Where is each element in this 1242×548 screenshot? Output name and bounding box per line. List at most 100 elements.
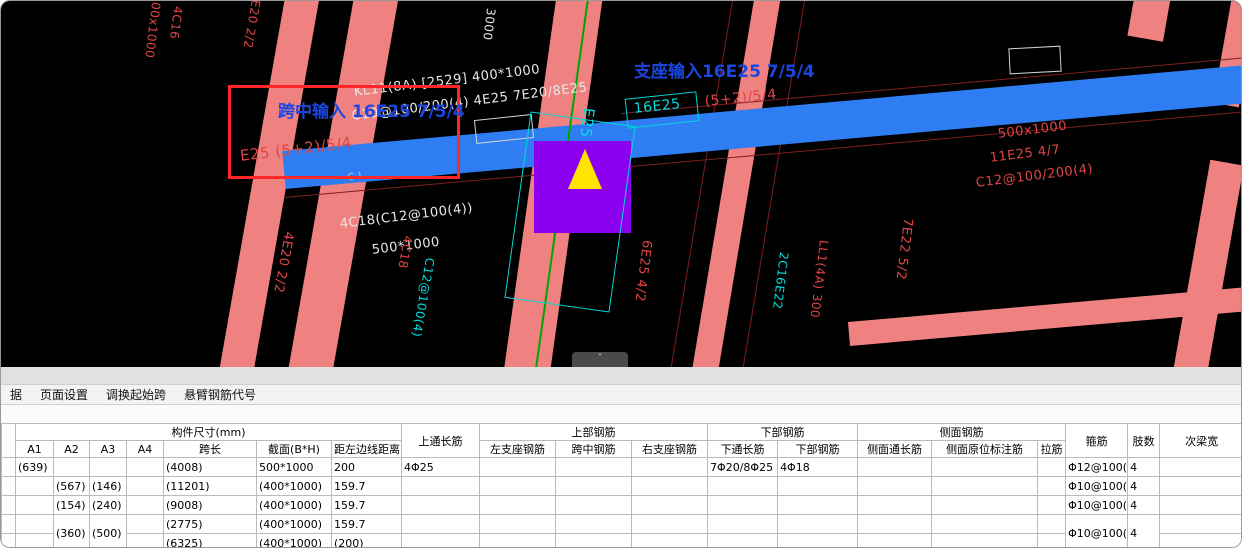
table-cell[interactable] [1159, 457, 1241, 477]
table-cell[interactable] [401, 476, 481, 496]
table-cell[interactable] [1159, 476, 1241, 496]
table-cell[interactable] [89, 457, 127, 477]
beam-shape[interactable] [1127, 1, 1171, 42]
table-cell[interactable]: (500) [89, 514, 127, 547]
table-cell[interactable] [555, 495, 633, 515]
table-cell[interactable] [631, 476, 709, 496]
table-cell[interactable]: 4 [1127, 457, 1161, 477]
table-cell[interactable] [707, 495, 779, 515]
table-cell[interactable] [777, 495, 859, 515]
table-cell[interactable] [1, 495, 16, 515]
table-cell[interactable] [15, 514, 54, 534]
table-cell[interactable]: 4 [1127, 514, 1161, 547]
table-cell[interactable] [1, 476, 16, 496]
table-cell[interactable] [555, 457, 633, 477]
table-cell[interactable] [479, 514, 557, 534]
table-cell[interactable] [1159, 514, 1241, 534]
table-cell[interactable] [1037, 476, 1067, 496]
table-cell[interactable]: 4 [1127, 476, 1161, 496]
table-cell[interactable]: (6325) [163, 533, 257, 547]
table-cell[interactable] [479, 457, 557, 477]
table-cell[interactable]: (360) [53, 514, 90, 547]
table-cell[interactable]: (4008) [163, 457, 257, 477]
table-cell[interactable]: (639) [15, 457, 54, 477]
table-cell[interactable] [15, 533, 54, 547]
table-cell[interactable]: 4Φ18 [777, 457, 859, 477]
table-cell[interactable] [631, 495, 709, 515]
table-cell[interactable]: Φ10@100( [1065, 495, 1129, 515]
table-cell[interactable] [777, 514, 859, 534]
table-cell[interactable] [931, 476, 1039, 496]
table-cell[interactable] [401, 495, 481, 515]
table-cell[interactable] [931, 457, 1039, 477]
table-cell[interactable]: 200 [330, 457, 403, 477]
table-cell[interactable] [1037, 457, 1067, 477]
table-cell[interactable] [126, 476, 164, 496]
table-cell[interactable]: (400*1000) [256, 514, 332, 534]
menu-item-page-setup[interactable]: 页面设置 [31, 386, 97, 403]
table-cell[interactable] [631, 533, 709, 547]
table-cell[interactable] [1, 514, 16, 534]
table-cell[interactable] [707, 533, 779, 547]
menu-item-swap-start-span[interactable]: 调换起始跨 [97, 386, 175, 403]
beam-shape[interactable] [688, 1, 784, 367]
table-cell[interactable]: 4Φ25 [401, 457, 481, 477]
table-cell[interactable] [126, 514, 164, 534]
table-cell[interactable] [707, 514, 779, 534]
table-cell[interactable] [777, 476, 859, 496]
table-cell[interactable] [53, 457, 90, 477]
table-cell[interactable] [479, 495, 557, 515]
table-cell[interactable] [555, 533, 633, 547]
table-cell[interactable] [857, 533, 933, 547]
table-cell[interactable]: (400*1000) [256, 495, 332, 515]
table-cell[interactable]: Φ12@100( [1065, 457, 1129, 477]
table-cell[interactable] [631, 457, 709, 477]
menu-item-data[interactable]: 据 [1, 386, 31, 403]
table-cell[interactable]: (9008) [163, 495, 257, 515]
table-cell[interactable] [931, 514, 1039, 534]
table-cell[interactable]: 159.7 [330, 514, 403, 534]
table-cell[interactable]: 159.7 [330, 495, 403, 515]
table-cell[interactable] [555, 514, 633, 534]
table-cell[interactable] [1, 533, 16, 547]
table-cell[interactable] [401, 533, 481, 547]
table-cell[interactable] [931, 495, 1039, 515]
table-cell[interactable] [479, 476, 557, 496]
table-cell[interactable] [401, 514, 481, 534]
table-cell[interactable]: (567) [53, 476, 90, 496]
table-cell[interactable] [1037, 495, 1067, 515]
table-cell[interactable] [1037, 514, 1067, 534]
table-cell[interactable]: Φ10@100( [1065, 476, 1129, 496]
table-cell[interactable]: (400*1000) [256, 533, 332, 547]
table-cell[interactable] [777, 533, 859, 547]
table-cell[interactable] [1, 457, 16, 477]
table-cell[interactable] [15, 495, 54, 515]
menu-item-cantilever-code[interactable]: 悬臂钢筋代号 [175, 386, 265, 403]
table-cell[interactable] [1159, 495, 1241, 515]
table-cell[interactable]: (2775) [163, 514, 257, 534]
cad-viewport[interactable]: 00x1000 4C16 E20 2/2 3000 KL11(8A) [2529… [1, 1, 1241, 367]
table-cell[interactable]: (154) [53, 495, 90, 515]
table-cell[interactable] [126, 533, 164, 547]
table-cell[interactable] [126, 457, 164, 477]
table-cell[interactable] [1159, 533, 1241, 547]
table-cell[interactable]: 4 [1127, 495, 1161, 515]
table-cell[interactable] [1037, 533, 1067, 547]
table-cell[interactable] [15, 476, 54, 496]
table-cell[interactable]: (400*1000) [256, 476, 332, 496]
table-cell[interactable] [857, 495, 933, 515]
table-cell[interactable]: (146) [89, 476, 127, 496]
panel-collapse-tab[interactable]: ˅ [572, 352, 628, 367]
table-cell[interactable]: Φ10@100( [1065, 514, 1129, 547]
table-cell[interactable]: (11201) [163, 476, 257, 496]
beam-shape[interactable] [1172, 159, 1241, 367]
table-cell[interactable]: 500*1000 [256, 457, 332, 477]
table-cell[interactable] [857, 476, 933, 496]
table-cell[interactable] [857, 514, 933, 534]
table-cell[interactable] [555, 476, 633, 496]
table-cell[interactable]: (240) [89, 495, 127, 515]
table-cell[interactable]: 7Φ20/8Φ25 [707, 457, 779, 477]
table-cell[interactable]: (200) [330, 533, 403, 547]
table-cell[interactable]: 159.7 [330, 476, 403, 496]
table-cell[interactable] [126, 495, 164, 515]
